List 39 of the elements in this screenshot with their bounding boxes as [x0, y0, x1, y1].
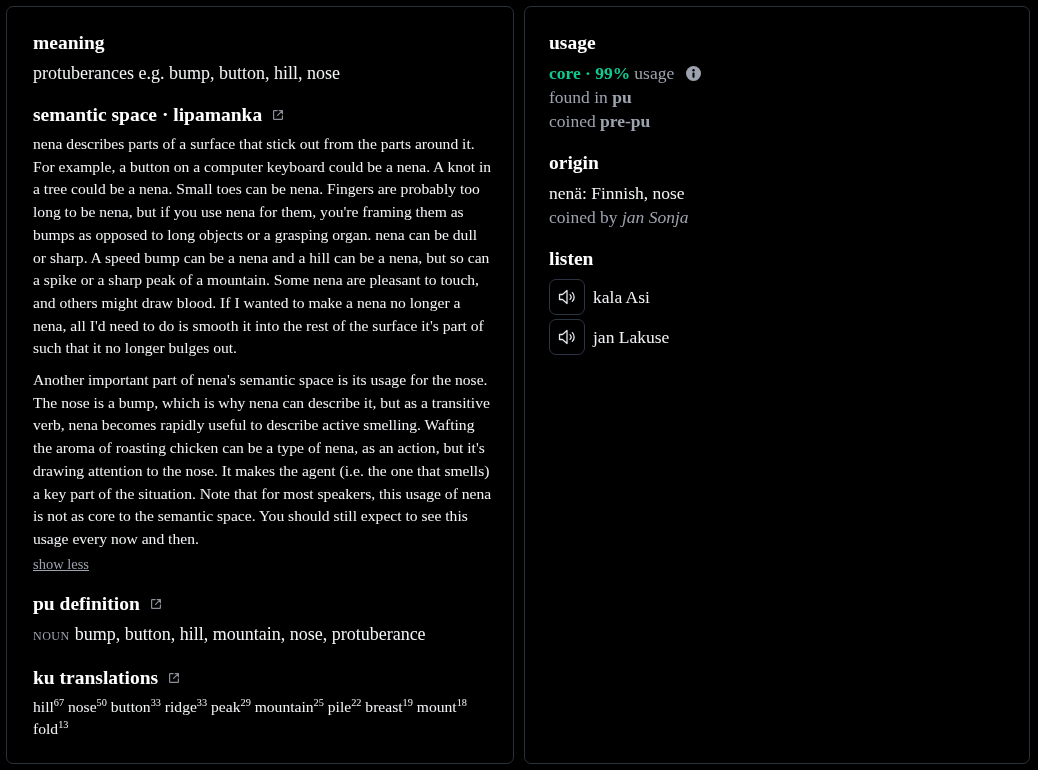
speaker-icon [557, 287, 577, 307]
external-link-icon[interactable] [272, 109, 285, 121]
info-icon[interactable] [686, 65, 702, 81]
external-link-icon[interactable] [149, 597, 162, 610]
translation-word: peak$^{29}$ [211, 697, 251, 715]
section-heading: listen [549, 247, 594, 271]
part-of-speech: NOUN [33, 627, 70, 645]
etymology-text: nenä: Finnish, nose [549, 182, 686, 205]
found-in-text: found in pu [549, 86, 633, 109]
usage-category: core · 99% [549, 62, 631, 85]
translation-word: mountain$^{25}$ [254, 697, 324, 715]
section-heading: origin [549, 151, 599, 175]
play-audio-button[interactable] [549, 319, 585, 355]
coined-text: coined pre-pu [549, 110, 652, 133]
play-audio-button[interactable] [549, 279, 585, 315]
translation-word: fold$^{13}$ [33, 719, 69, 737]
section-heading: usage [549, 31, 596, 55]
show-less-link[interactable]: show less [33, 553, 89, 574]
semantic-space-paragraph: Another important part of nena's semantic space is its usage for the nose. The nose is a bump, which is why nena can describe it, but as a transitive verb, nena becomes rapidly useful to describe active smelling. Wafting the aroma of roasting chicken can be a type of nena, as an action, but it's drawing attention to the nose. It makes the agent (i.e. the one that smells) a key part of the situation. Note that for most speakers, this usage of nena is not as core to the semantic space. You should still expect to see this usage every now and then. [33, 370, 493, 549]
translation-word: breast$^{19}$ [365, 697, 413, 715]
section-heading: pu definition [33, 591, 140, 616]
translation-word: button$^{33}$ [110, 697, 161, 715]
translation-word: nose$^{50}$ [68, 697, 107, 715]
definition-text: bump, button, hill, mountain, nose, protuberance [74, 622, 426, 646]
translation-word: pile$^{22}$ [327, 697, 362, 715]
translation-word: ridge$^{33}$ [164, 697, 208, 715]
external-link-icon[interactable] [168, 671, 181, 684]
section-heading: semantic space · lipamanka [33, 103, 263, 127]
coined-by-text: coined by jan Sonja [549, 206, 690, 229]
semantic-space-paragraph: nena describes parts of a surface that stick out from the parts around it. For example, a button on a computer keyboard could be a nena. A knot in a tree could be a nena. Small toes can be nena. Fingers are probably too long to be nena, but if you use nena for them, you're framing them as bumps as opposed to long objects or a grasping organ. nena can be dull or sharp. A speed bump can be a nena and a hill can be a nena, but so can a spike or a sharp peak of a mountain. Some nena are pleasant to touch, and others might draw blood. If I wanted to make a nena no longer a nena, all I'd need to do is smooth it into the rest of the surface it's part of such that it no longer bulges out. [33, 134, 493, 359]
section-heading: ku translations [33, 665, 159, 690]
speaker-name: jan Lakuse [593, 326, 670, 349]
translation-word: mount$^{18}$ [416, 697, 467, 715]
speaker-icon [557, 327, 577, 347]
meaning-text: protuberances e.g. bump, button, hill, nose [33, 62, 341, 85]
usage-label: usage [634, 62, 675, 85]
section-heading: meaning [33, 31, 105, 55]
speaker-name: kala Asi [593, 286, 650, 309]
translation-word: hill$^{67}$ [33, 697, 65, 715]
